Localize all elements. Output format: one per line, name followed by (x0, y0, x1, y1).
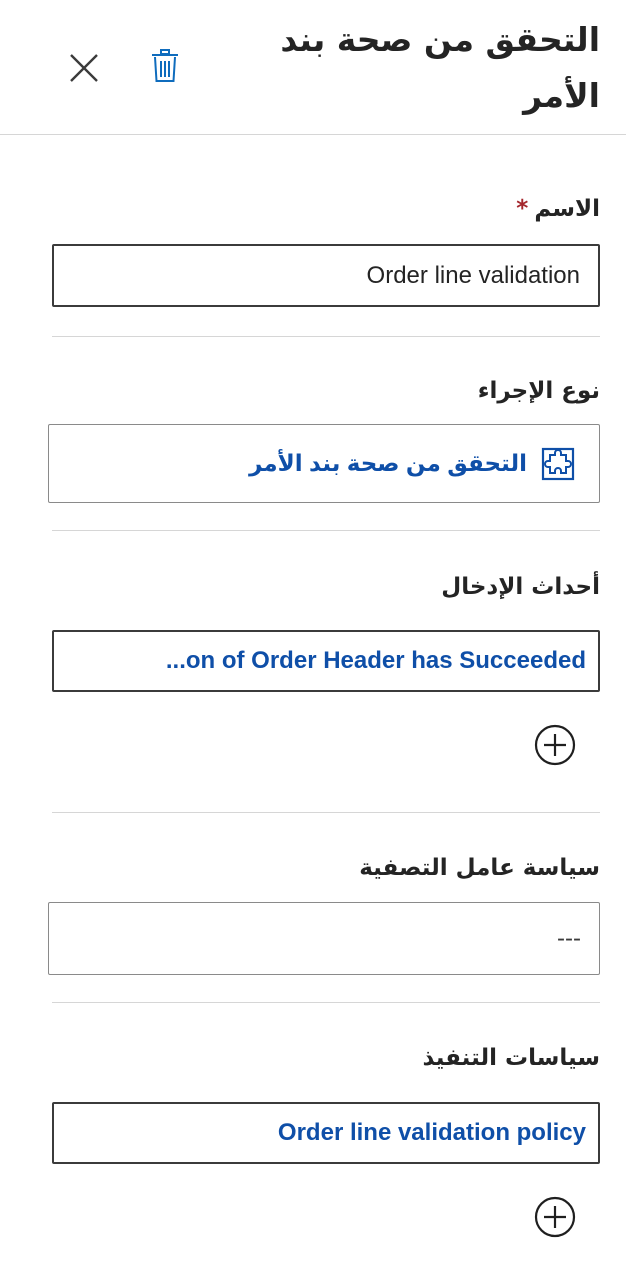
puzzle-icon (541, 447, 575, 480)
close-button[interactable] (62, 46, 106, 90)
close-icon (70, 54, 98, 82)
panel-title-line-1: التحقق من صحة بند (280, 20, 600, 59)
action-type-value-row: التحقق من صحة بند الأمر (249, 425, 575, 502)
delete-button[interactable] (143, 44, 187, 88)
action-type-link[interactable]: التحقق من صحة بند الأمر (249, 450, 527, 477)
name-label-text: الاسم (534, 196, 600, 222)
panel-title-line-2: الأمر (523, 76, 600, 115)
action-details-panel: التحقق من صحة بند الأمر الاسم* Order lin… (0, 0, 626, 1272)
divider (52, 1002, 600, 1003)
filter-policy-value: --- (557, 924, 581, 952)
filter-policy-field[interactable]: --- (48, 902, 600, 975)
trash-icon (152, 49, 178, 82)
add-circle-icon (534, 724, 576, 766)
execution-policy-link[interactable]: Order line validation policy (278, 1104, 586, 1162)
action-type-label: نوع الإجراء (477, 378, 600, 404)
execution-policies-label: سياسات التنفيذ (422, 1045, 600, 1071)
add-execution-policy-button[interactable] (533, 1195, 577, 1239)
name-input[interactable]: Order line validation (52, 244, 600, 307)
panel-title: التحقق من صحة بند الأمر (220, 12, 600, 124)
add-input-event-button[interactable] (533, 723, 577, 767)
input-events-label: أحداث الإدخال (441, 574, 600, 600)
name-label: الاسم* (516, 196, 600, 222)
action-type-field[interactable]: التحقق من صحة بند الأمر (48, 424, 600, 503)
divider (52, 812, 600, 813)
divider (52, 530, 600, 531)
name-input-value: Order line validation (366, 261, 580, 289)
filter-policy-label: سياسة عامل التصفية (359, 855, 600, 881)
divider (52, 336, 600, 337)
required-mark: * (516, 196, 529, 222)
input-events-link[interactable]: ...on of Order Header has Succeeded (166, 632, 586, 690)
add-circle-icon (534, 1196, 576, 1238)
input-events-field[interactable]: ...on of Order Header has Succeeded (52, 630, 600, 692)
panel-header: التحقق من صحة بند الأمر (0, 0, 626, 135)
execution-policies-field[interactable]: Order line validation policy (52, 1102, 600, 1164)
